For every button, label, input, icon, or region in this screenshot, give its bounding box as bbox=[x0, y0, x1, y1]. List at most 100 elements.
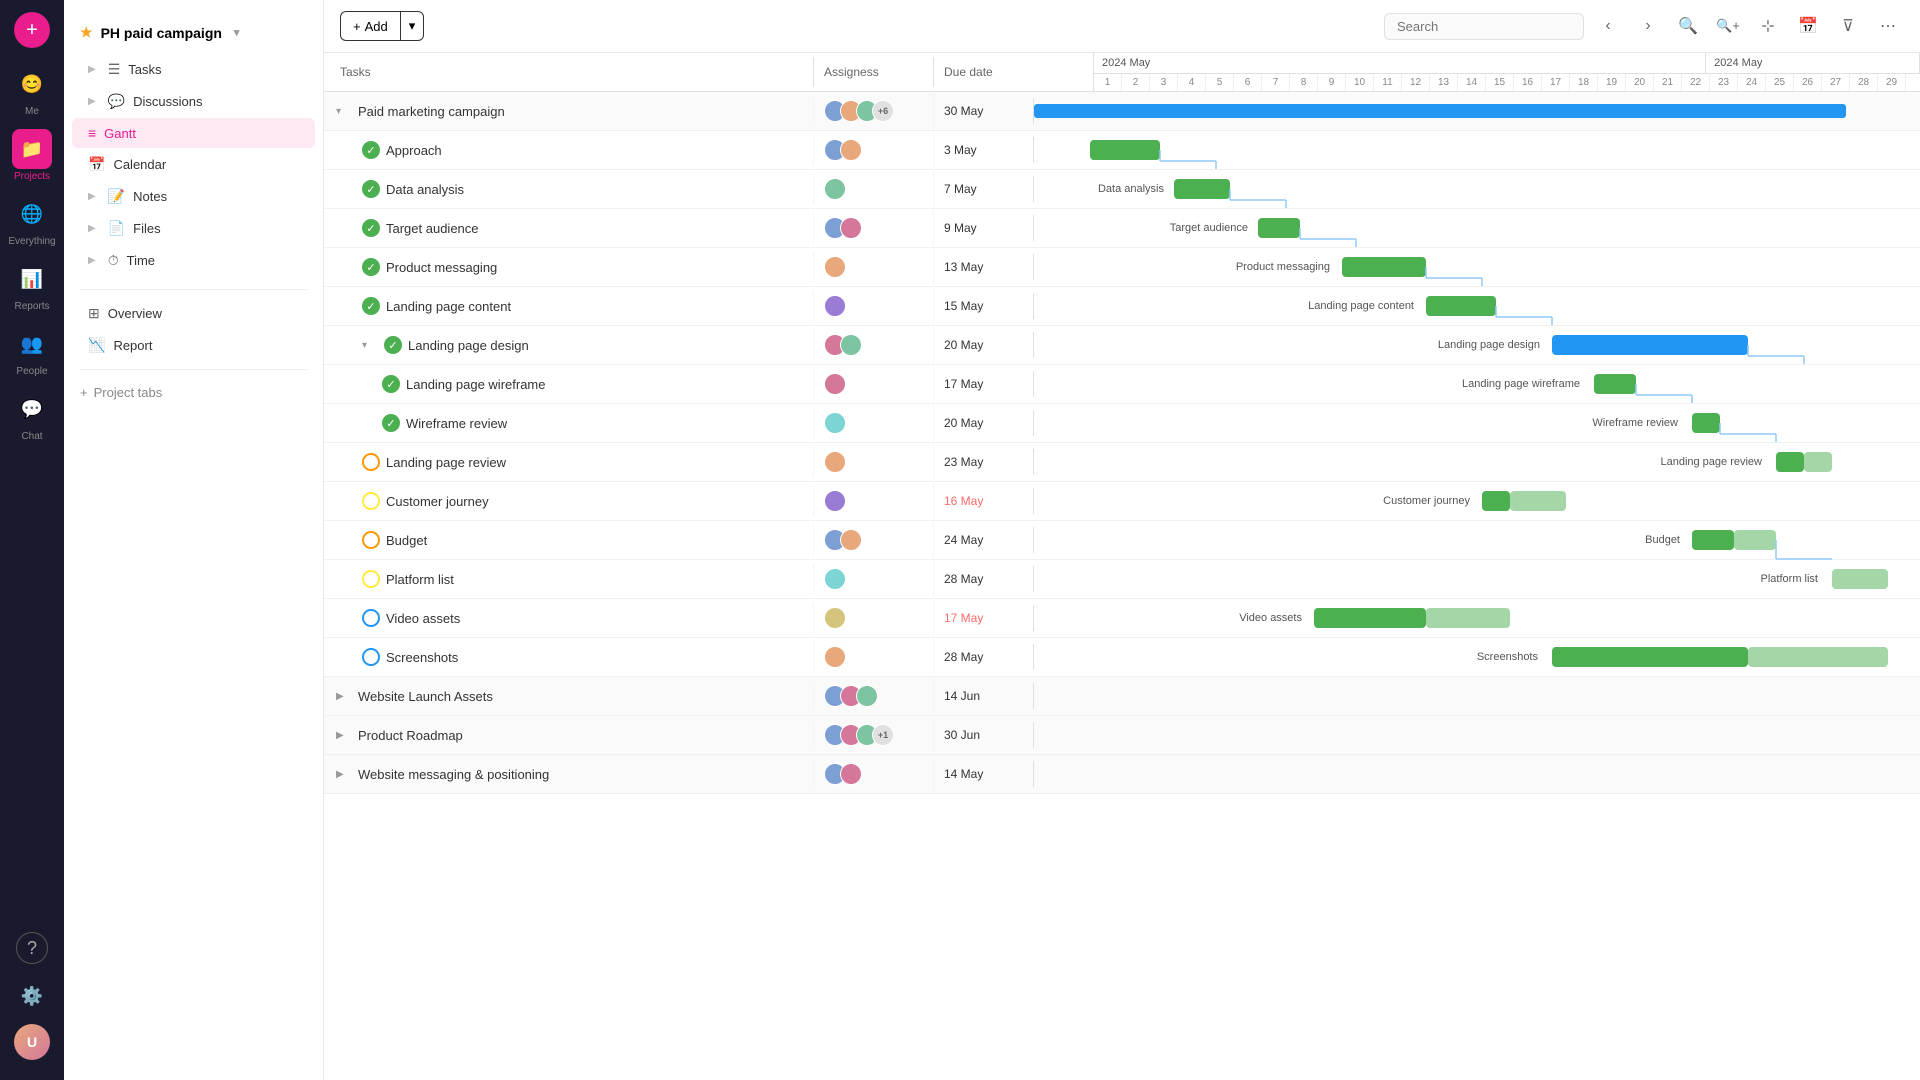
zoom-out-button[interactable]: 🔍 bbox=[1672, 10, 1704, 42]
gantt-bar bbox=[1594, 374, 1636, 394]
avatar-group bbox=[824, 490, 846, 512]
discussions-icon: 💬 bbox=[108, 93, 125, 110]
search-input[interactable] bbox=[1384, 13, 1584, 40]
collapse-button[interactable]: ▾ bbox=[362, 340, 378, 351]
nav-item-settings[interactable]: ⚙️ bbox=[8, 972, 56, 1020]
table-row[interactable]: ✓ Data analysis 7 May Data analysis bbox=[324, 170, 1920, 209]
table-row[interactable]: ✓ Wireframe review 20 May Wireframe revi… bbox=[324, 404, 1920, 443]
avatar bbox=[824, 451, 846, 473]
avatar-group bbox=[824, 646, 846, 668]
timeline-cell: Screenshots bbox=[1034, 638, 1920, 676]
avatar bbox=[840, 334, 862, 356]
sidebar-item-time[interactable]: ▶ ⏱ Time bbox=[72, 245, 315, 276]
table-row[interactable]: ✓ Approach 3 May bbox=[324, 131, 1920, 170]
nav-item-reports[interactable]: 📊 Reports bbox=[8, 255, 56, 316]
collapse-button[interactable]: ▶ bbox=[336, 691, 352, 702]
nav-item-me[interactable]: 😊 Me bbox=[8, 60, 56, 121]
gantt-header: Tasks Assigness Due date 2024 May 2024 M… bbox=[324, 53, 1920, 92]
sidebar-item-discussions[interactable]: ▶ 💬 Discussions bbox=[72, 86, 315, 117]
table-row[interactable]: Platform list 28 May Platform list bbox=[324, 560, 1920, 599]
table-row[interactable]: ▶ Website messaging & positioning 14 May bbox=[324, 755, 1920, 794]
filter-button[interactable]: ⊽ bbox=[1832, 10, 1864, 42]
table-row[interactable]: ▾ ✓ Landing page design 20 May Landing p… bbox=[324, 326, 1920, 365]
task-cell: ✓ Landing page wireframe bbox=[324, 369, 814, 399]
new-item-button[interactable]: + bbox=[14, 12, 50, 48]
table-row[interactable]: ▾ Paid marketing campaign +6 30 May bbox=[324, 92, 1920, 131]
sidebar-label-time: Time bbox=[127, 253, 155, 268]
day-5: 5 bbox=[1206, 74, 1234, 91]
table-row[interactable]: ▶ Product Roadmap +1 30 Jun bbox=[324, 716, 1920, 755]
status-icon: ✓ bbox=[362, 219, 380, 237]
table-row[interactable]: Video assets 17 May Video assets bbox=[324, 599, 1920, 638]
nav-prev-button[interactable]: ‹ bbox=[1592, 10, 1624, 42]
due-cell: 9 May bbox=[934, 215, 1034, 241]
add-dropdown-button[interactable]: ▾ bbox=[400, 11, 425, 41]
gantt-body: ▾ Paid marketing campaign +6 30 May bbox=[324, 92, 1920, 1080]
collapse-button[interactable]: ▶ bbox=[336, 730, 352, 741]
table-row[interactable]: ✓ Landing page wireframe 17 May Landing … bbox=[324, 365, 1920, 404]
add-project-tabs-button[interactable]: + Project tabs bbox=[64, 378, 323, 407]
collapse-button[interactable]: ▶ bbox=[336, 769, 352, 780]
sidebar-item-gantt[interactable]: ≡ Gantt bbox=[72, 118, 315, 148]
table-row[interactable]: Landing page review 23 May Landing page … bbox=[324, 443, 1920, 482]
nav-item-chat[interactable]: 💬 Chat bbox=[8, 385, 56, 446]
sidebar-item-report[interactable]: 📉 Report bbox=[72, 330, 315, 361]
nav-item-people[interactable]: 👥 People bbox=[8, 320, 56, 381]
gantt-bar bbox=[1832, 569, 1888, 589]
due-cell: 16 May bbox=[934, 488, 1034, 514]
day-4: 4 bbox=[1178, 74, 1206, 91]
status-icon: ✓ bbox=[362, 297, 380, 315]
nav-item-projects[interactable]: 📁 Projects bbox=[8, 125, 56, 186]
nav-label-everything: Everything bbox=[8, 236, 55, 247]
avatar-count: +6 bbox=[872, 100, 894, 122]
sidebar-item-calendar[interactable]: 📅 Calendar bbox=[72, 149, 315, 180]
status-icon: ✓ bbox=[382, 414, 400, 432]
day-7: 7 bbox=[1262, 74, 1290, 91]
sidebar-item-tasks[interactable]: ▶ ☰ Tasks bbox=[72, 54, 315, 85]
zoom-in-button[interactable]: 🔍+ bbox=[1712, 10, 1744, 42]
timeline-cell: Platform list bbox=[1034, 560, 1920, 598]
timeline-cell bbox=[1034, 131, 1920, 169]
sidebar-item-files[interactable]: ▶ 📄 Files bbox=[72, 213, 315, 244]
timeline-cell: Landing page design bbox=[1034, 326, 1920, 364]
project-title[interactable]: ★ PH paid campaign ▾ bbox=[64, 16, 323, 49]
table-row[interactable]: ▶ Website Launch Assets 14 Jun bbox=[324, 677, 1920, 716]
sidebar-label-discussions: Discussions bbox=[133, 94, 202, 109]
table-row[interactable]: Screenshots 28 May Screenshots bbox=[324, 638, 1920, 677]
task-cell: Video assets bbox=[324, 603, 814, 633]
table-row[interactable]: ✓ Target audience 9 May Target audience bbox=[324, 209, 1920, 248]
nav-item-help[interactable]: ? bbox=[12, 928, 52, 968]
task-cell: ✓ Landing page content bbox=[324, 291, 814, 321]
nav-item-everything[interactable]: 🌐 Everything bbox=[4, 190, 59, 251]
table-row[interactable]: ✓ Product messaging 13 May Product messa… bbox=[324, 248, 1920, 287]
gantt-bar bbox=[1804, 452, 1832, 472]
day-22: 22 bbox=[1682, 74, 1710, 91]
add-button[interactable]: + Add bbox=[340, 11, 400, 41]
task-name: Landing page review bbox=[386, 455, 506, 470]
calendar-button[interactable]: 📅 bbox=[1792, 10, 1824, 42]
user-avatar[interactable]: U bbox=[14, 1024, 50, 1060]
assignee-cell bbox=[814, 406, 934, 440]
settings-icon: ⚙️ bbox=[12, 976, 52, 1016]
avatar-group bbox=[824, 763, 862, 785]
day-15: 15 bbox=[1486, 74, 1514, 91]
timeline-cell: Landing page content bbox=[1034, 287, 1920, 325]
collapse-button[interactable]: ▾ bbox=[336, 106, 352, 117]
assignee-cell bbox=[814, 640, 934, 674]
avatar bbox=[824, 256, 846, 278]
sidebar-nav-section: ▶ ☰ Tasks ▶ 💬 Discussions ≡ Gantt 📅 Cale… bbox=[64, 49, 323, 281]
sidebar-item-notes[interactable]: ▶ 📝 Notes bbox=[72, 181, 315, 212]
gantt-bar bbox=[1090, 140, 1160, 160]
table-row[interactable]: Budget 24 May Budget bbox=[324, 521, 1920, 560]
avatar bbox=[824, 607, 846, 629]
sidebar-item-overview[interactable]: ⊞ Overview bbox=[72, 298, 315, 329]
task-name: Product messaging bbox=[386, 260, 497, 275]
day-10: 10 bbox=[1346, 74, 1374, 91]
gantt-label: Wireframe review bbox=[1592, 417, 1678, 429]
table-row[interactable]: ✓ Landing page content 15 May Landing pa… bbox=[324, 287, 1920, 326]
fullscreen-button[interactable]: ⊹ bbox=[1752, 10, 1784, 42]
table-row[interactable]: Customer journey 16 May Customer journey bbox=[324, 482, 1920, 521]
status-icon: ✓ bbox=[382, 375, 400, 393]
more-options-button[interactable]: ⋯ bbox=[1872, 10, 1904, 42]
nav-next-button[interactable]: › bbox=[1632, 10, 1664, 42]
